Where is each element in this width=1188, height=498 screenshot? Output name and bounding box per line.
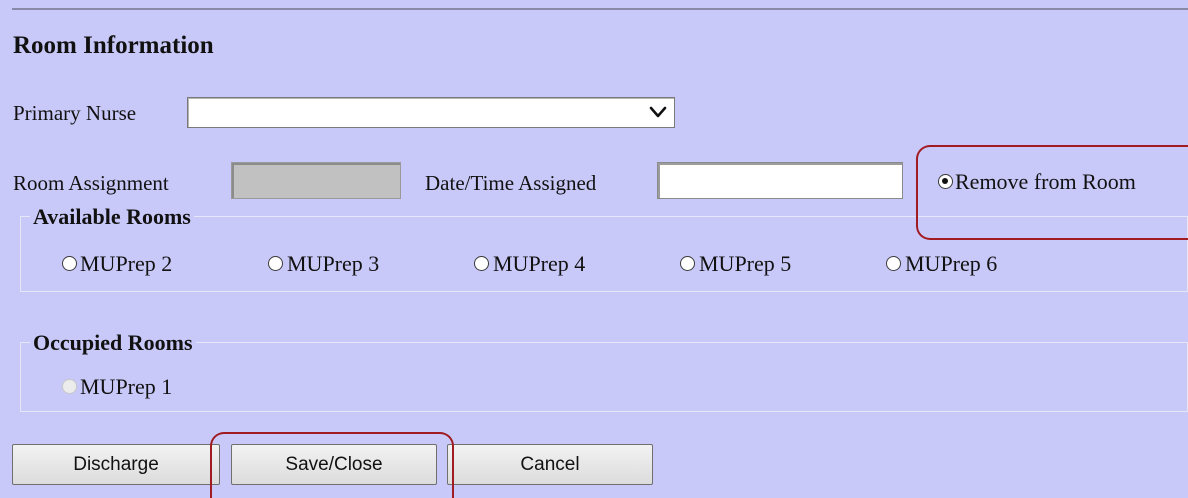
room-radio-muprep-5[interactable] bbox=[680, 256, 695, 271]
occupied-rooms-legend: Occupied Rooms bbox=[30, 330, 196, 356]
cancel-button[interactable]: Cancel bbox=[447, 444, 653, 485]
room-label-muprep-1: MUPrep 1 bbox=[80, 374, 173, 399]
room-label-muprep-6[interactable]: MUPrep 6 bbox=[905, 251, 997, 277]
room-label-muprep-3[interactable]: MUPrep 3 bbox=[287, 251, 379, 277]
top-divider bbox=[12, 8, 1188, 10]
date-time-assigned-field[interactable] bbox=[657, 162, 903, 199]
room-label-muprep-4[interactable]: MUPrep 4 bbox=[493, 251, 585, 277]
chevron-down-icon bbox=[649, 106, 667, 118]
room-label-muprep-2[interactable]: MUPrep 2 bbox=[80, 251, 172, 277]
room-radio-muprep-1 bbox=[62, 379, 77, 394]
remove-from-room-highlight bbox=[916, 145, 1188, 240]
room-radio-muprep-6[interactable] bbox=[886, 256, 901, 271]
primary-nurse-select[interactable] bbox=[187, 97, 675, 128]
room-label-muprep-5[interactable]: MUPrep 5 bbox=[699, 251, 791, 277]
room-radio-muprep-2[interactable] bbox=[62, 256, 77, 271]
date-time-assigned-label: Date/Time Assigned bbox=[425, 171, 597, 195]
room-radio-muprep-3[interactable] bbox=[268, 256, 283, 271]
save-close-highlight bbox=[210, 432, 454, 498]
room-radio-muprep-4[interactable] bbox=[474, 256, 489, 271]
room-assignment-label: Room Assignment bbox=[13, 171, 169, 195]
primary-nurse-label: Primary Nurse bbox=[13, 101, 137, 125]
section-title: Room Information bbox=[13, 32, 214, 59]
discharge-button[interactable]: Discharge bbox=[12, 444, 220, 485]
available-rooms-legend: Available Rooms bbox=[30, 204, 194, 230]
room-assignment-field bbox=[231, 162, 401, 199]
